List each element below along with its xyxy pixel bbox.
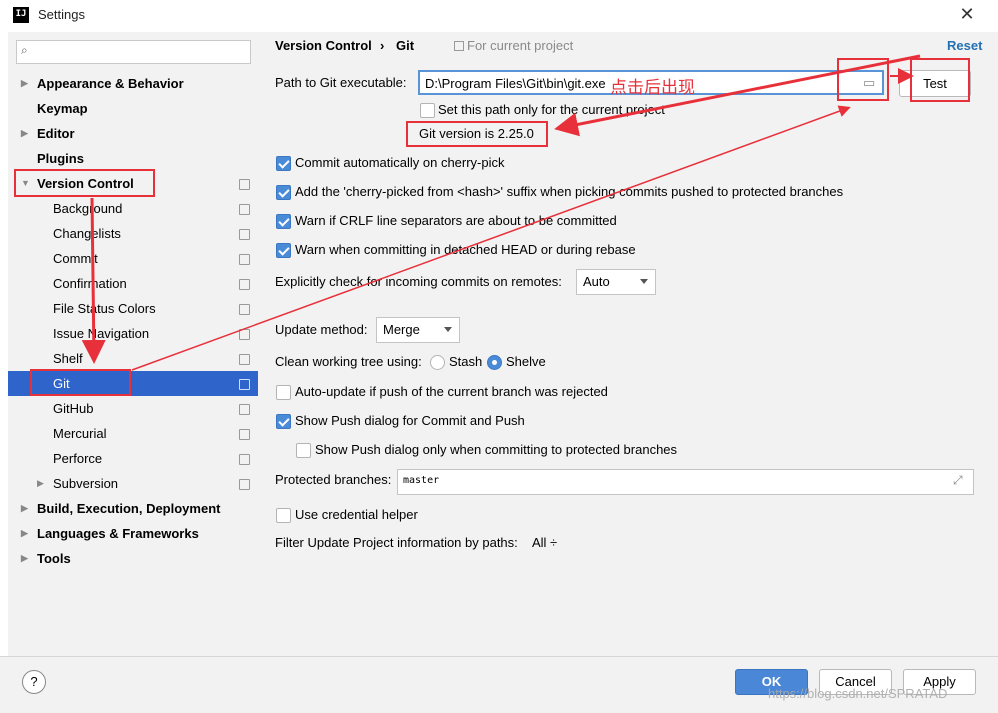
arrow-down [81, 197, 106, 364]
annotation-arrows [81, 54, 921, 371]
arrow-to-folder [131, 105, 851, 371]
arrow-to-version [554, 54, 921, 137]
watermark: https://blog.csdn.net/SPRATAD [768, 686, 948, 701]
help-icon[interactable]: ? [22, 670, 46, 694]
